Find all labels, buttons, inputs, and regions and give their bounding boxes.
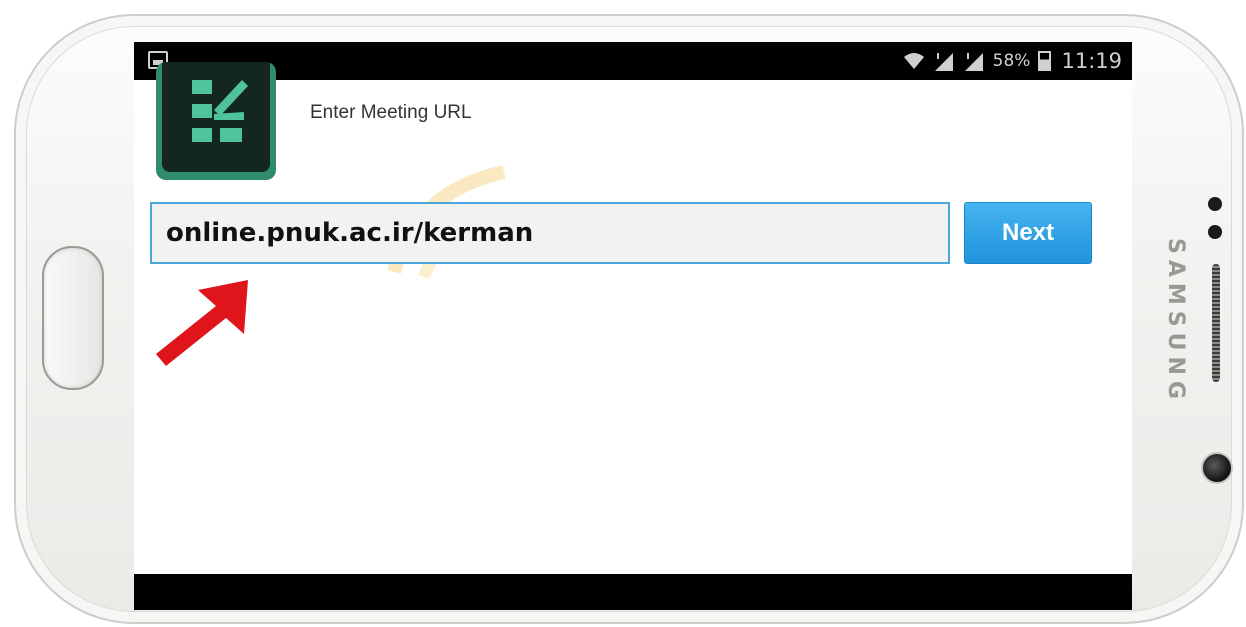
home-button[interactable]: [42, 246, 104, 390]
wifi-icon: [903, 52, 925, 70]
signal-icon: [933, 51, 955, 71]
brand-logo: SAMSUNG: [1163, 238, 1188, 405]
next-button[interactable]: Next: [964, 202, 1092, 264]
page-title: Enter Meeting URL: [310, 102, 472, 123]
sensor-icon: [1208, 225, 1222, 239]
status-icons: 58% 11:19: [903, 47, 1122, 75]
clock: 11:19: [1061, 49, 1122, 73]
speaker-grille: [1212, 264, 1220, 382]
battery-percent: 58%: [992, 51, 1031, 71]
status-bar: 58% 11:19: [134, 42, 1132, 80]
navigation-bar: [134, 574, 1132, 610]
red-arrow-icon: [156, 280, 248, 366]
signal-icon: [963, 51, 985, 71]
sensor-icon: [1208, 197, 1222, 211]
phone-screen: 58% 11:19 Enter Meeting URL online.pnuk.…: [134, 42, 1132, 610]
front-camera-icon: [1201, 452, 1233, 484]
battery-icon: [1038, 51, 1052, 71]
adobe-connect-logo: [156, 62, 276, 180]
meeting-url-input[interactable]: [150, 202, 950, 264]
photo-stage: SAMSUNG 58% 11:19 Enter Meeting URL onli…: [0, 0, 1246, 627]
